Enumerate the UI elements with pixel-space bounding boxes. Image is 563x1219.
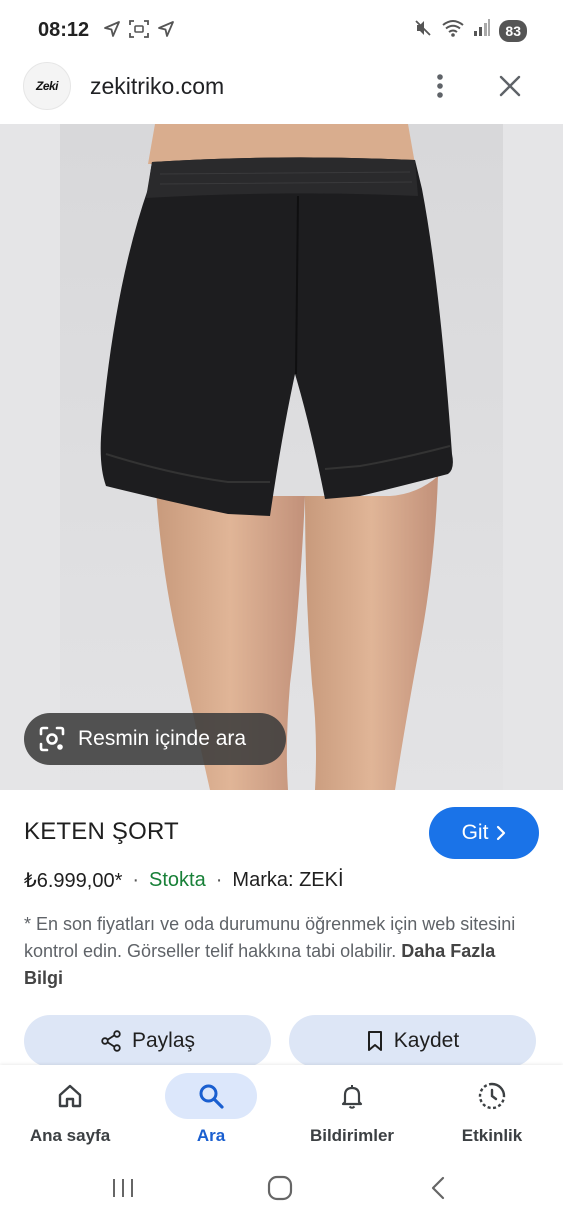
- product-brand: Marka: ZEKİ: [232, 869, 344, 891]
- site-header: Zeki zekitriko.com: [0, 60, 563, 124]
- lens-search-label: Resmin içinde ara: [78, 727, 247, 750]
- home-system-button[interactable]: [260, 1172, 300, 1204]
- home-icon: [58, 1084, 82, 1108]
- price-row: ₺6.999,00* · Stokta · Marka: ZEKİ: [24, 868, 344, 893]
- nav-label-activity: Etkinlik: [461, 1126, 523, 1145]
- site-domain[interactable]: zekitriko.com: [90, 73, 224, 100]
- bottom-navigation: Ana sayfa Ara Bildirimler Etkinlik: [0, 1065, 563, 1162]
- share-icon: [101, 1030, 121, 1052]
- separator-dot: ·: [132, 869, 140, 891]
- back-chevron-icon: [431, 1176, 445, 1200]
- close-icon: [499, 75, 521, 97]
- go-button[interactable]: Git: [429, 807, 539, 859]
- status-bar: 08:12 83: [0, 0, 563, 60]
- disclaimer-text: * En son fiyatları ve oda durumunu öğren…: [24, 911, 524, 992]
- status-left-icons: [102, 19, 176, 44]
- nav-item-notifications[interactable]: Bildirimler: [282, 1065, 422, 1162]
- mute-icon: [413, 18, 433, 43]
- navigation-icon: [156, 19, 176, 44]
- screenshot-icon: [128, 19, 150, 44]
- close-button[interactable]: [492, 68, 528, 104]
- bookmark-icon: [367, 1031, 382, 1051]
- status-time: 08:12: [38, 19, 90, 41]
- home-circle-icon: [267, 1175, 293, 1201]
- go-button-label: Git: [461, 821, 489, 844]
- nav-item-search[interactable]: Ara: [141, 1065, 281, 1162]
- chevron-right-icon: [497, 825, 506, 841]
- product-image: [60, 124, 503, 790]
- wifi-icon: [441, 18, 465, 43]
- recent-apps-icon: [113, 1179, 133, 1197]
- nav-label-notifications: Bildirimler: [309, 1126, 395, 1145]
- navigation-icon: [102, 19, 122, 44]
- save-button[interactable]: Kaydet: [289, 1015, 536, 1067]
- status-right-icons: 83: [413, 18, 527, 43]
- nav-item-activity[interactable]: Etkinlik: [422, 1065, 562, 1162]
- lens-search-chip[interactable]: Resmin içinde ara: [24, 713, 286, 765]
- site-logo: Zeki: [23, 62, 71, 110]
- image-viewer[interactable]: Resmin içinde ara: [0, 124, 563, 790]
- save-label: Kaydet: [393, 1029, 460, 1052]
- more-options-button[interactable]: [425, 70, 455, 102]
- signal-icon: [473, 18, 491, 43]
- activity-icon: [478, 1082, 506, 1110]
- product-title: KETEN ŞORT: [24, 818, 179, 845]
- share-button[interactable]: Paylaş: [24, 1015, 271, 1067]
- stock-status: Stokta: [149, 869, 206, 891]
- separator-dot: ·: [215, 869, 223, 891]
- nav-label-home: Ana sayfa: [29, 1126, 111, 1145]
- product-price: ₺6.999,00*: [24, 870, 123, 892]
- bell-icon: [341, 1085, 363, 1109]
- search-icon: [199, 1084, 224, 1109]
- battery-indicator: 83: [499, 19, 527, 42]
- lens-icon: [39, 726, 65, 752]
- share-label: Paylaş: [131, 1029, 196, 1052]
- nav-label-search: Ara: [196, 1126, 226, 1145]
- system-navigation-bar: [0, 1162, 563, 1219]
- back-button[interactable]: [418, 1172, 458, 1204]
- nav-item-home[interactable]: Ana sayfa: [0, 1065, 140, 1162]
- recent-apps-button[interactable]: [103, 1172, 143, 1204]
- more-vert-icon: [437, 74, 443, 98]
